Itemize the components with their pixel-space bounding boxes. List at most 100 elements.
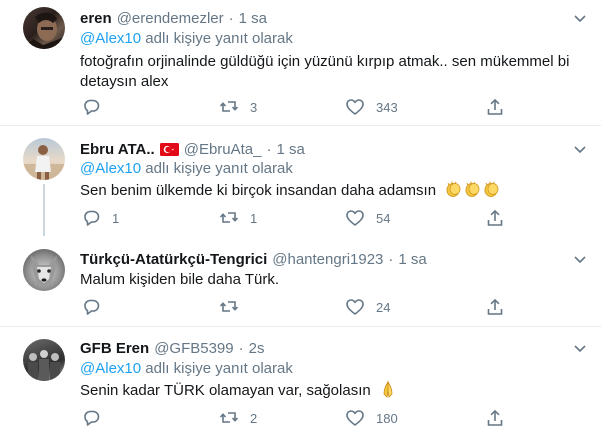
tweet-text: fotoğrafın orjinalinde güldüğü için yüzü… — [80, 52, 569, 92]
retweet-count: 3 — [250, 99, 258, 115]
retweet-count: 2 — [250, 410, 258, 426]
share-icon — [487, 410, 503, 426]
share-button[interactable] — [485, 408, 505, 428]
share-icon — [487, 210, 503, 226]
retweet-icon — [219, 412, 239, 423]
reply-context-label: adlı kişiye yanıt olarak — [141, 360, 293, 377]
reply-context-label: adlı kişiye yanıt olarak — [141, 160, 293, 177]
reply-context: @Alex10 adlı kişiye yanıt olarak — [80, 160, 293, 177]
avatar[interactable] — [23, 339, 65, 381]
retweet-button[interactable]: 1 — [219, 208, 257, 228]
like-button[interactable]: 24 — [345, 297, 390, 317]
display-name[interactable]: Ebru ATA.. — [80, 141, 155, 158]
tweet[interactable]: Ebru ATA.. @EbruAta_ · 1 sa @Alex10 adlı… — [0, 126, 601, 238]
share-button[interactable] — [485, 297, 505, 317]
clapping-hands-icon — [446, 181, 461, 197]
tweet-header: GFB Eren @GFB5399 · 2s — [80, 338, 264, 358]
tweet-header: eren @erendemezler · 1 sa — [80, 8, 267, 28]
tweet-text-line: detaysın alex — [80, 73, 169, 90]
reply-icon — [84, 410, 100, 426]
like-button[interactable]: 343 — [345, 97, 398, 117]
share-icon — [487, 99, 503, 115]
reply-context-label: adlı kişiye yanıt olarak — [141, 30, 293, 47]
clapping-hands-icon — [465, 181, 480, 197]
retweet-count: 1 — [250, 210, 258, 226]
retweet-button[interactable]: 3 — [219, 97, 257, 117]
avatar[interactable] — [23, 249, 65, 291]
display-name[interactable]: GFB Eren — [80, 340, 149, 357]
avatar[interactable] — [23, 138, 65, 180]
tweet-text-line: Malum kişiden bile daha Türk. — [80, 271, 279, 288]
chevron-down-icon[interactable] — [572, 251, 588, 267]
reply-mention-link[interactable]: @Alex10 — [80, 360, 141, 377]
reply-context: @Alex10 adlı kişiye yanıt olarak — [80, 360, 293, 377]
reply-icon — [84, 210, 100, 226]
timestamp[interactable]: 2s — [249, 340, 265, 357]
avatar-image-icon — [23, 145, 65, 180]
user-handle[interactable]: @hantengri1923 — [272, 251, 383, 268]
reply-icon — [84, 299, 100, 315]
chevron-down-icon[interactable] — [572, 10, 588, 26]
reply-button[interactable] — [81, 297, 112, 317]
user-handle[interactable]: @erendemezler — [117, 10, 224, 27]
separator-dot: · — [388, 250, 394, 268]
clapping-hands-emoji-group — [444, 180, 500, 198]
retweet-button[interactable]: 2 — [219, 408, 257, 428]
tweet-text: Malum kişiden bile daha Türk. — [80, 270, 279, 290]
avatar-image-icon — [28, 350, 60, 381]
separator-dot: · — [228, 9, 234, 27]
retweet-icon — [219, 212, 239, 223]
chevron-down-icon[interactable] — [572, 141, 588, 157]
tweet[interactable]: eren @erendemezler · 1 sa @Alex10 adlı k… — [0, 0, 601, 124]
share-icon — [487, 299, 503, 315]
clapping-hands-icon — [484, 181, 499, 197]
like-count: 54 — [376, 210, 391, 226]
share-button[interactable] — [485, 97, 505, 117]
tweet-text-line: Senin kadar TÜRK olamayan var, sağolasın — [80, 382, 371, 399]
tweet[interactable]: GFB Eren @GFB5399 · 2s @Alex10 adlı kişi… — [0, 327, 601, 434]
reply-mention-link[interactable]: @Alex10 — [80, 160, 141, 177]
timestamp[interactable]: 1 sa — [239, 10, 267, 27]
reply-button[interactable] — [81, 408, 112, 428]
like-icon — [346, 410, 364, 426]
tweet-text: Senin kadar TÜRK olamayan var, sağolasın — [80, 380, 397, 401]
tweet-text-line: Sen benim ülkemde ki birçok insandan dah… — [80, 182, 437, 199]
reply-count: 1 — [112, 210, 120, 226]
tweet-header: Türkçü-Atatürkçü-Tengrici @hantengri1923… — [80, 249, 427, 269]
thread-connector — [43, 184, 45, 236]
separator-dot: · — [238, 339, 244, 357]
reply-context: @Alex10 adlı kişiye yanıt olarak — [80, 30, 293, 47]
like-icon — [346, 210, 364, 226]
tweet[interactable]: Türkçü-Atatürkçü-Tengrici @hantengri1923… — [0, 238, 601, 324]
retweet-button[interactable] — [219, 297, 250, 317]
like-button[interactable]: 180 — [345, 408, 398, 428]
timestamp[interactable]: 1 sa — [277, 141, 305, 158]
chevron-down-icon[interactable] — [572, 340, 588, 356]
avatar[interactable] — [23, 7, 65, 49]
like-icon — [346, 99, 364, 115]
tweet-header: Ebru ATA.. @EbruAta_ · 1 sa — [80, 139, 305, 159]
reply-button[interactable]: 1 — [81, 208, 119, 228]
display-name[interactable]: Türkçü-Atatürkçü-Tengrici — [80, 251, 267, 268]
like-icon — [346, 299, 364, 315]
user-handle[interactable]: @GFB5399 — [154, 340, 233, 357]
tweet-text-line: fotoğrafın orjinalinde güldüğü için yüzü… — [80, 53, 570, 70]
avatar-image-icon — [23, 12, 65, 49]
reply-icon — [84, 99, 100, 115]
retweet-icon — [219, 101, 239, 112]
retweet-icon — [219, 301, 239, 312]
wolf-avatar-icon — [31, 255, 57, 287]
folded-hands-emoji-group — [379, 380, 397, 398]
tweet-text: Sen benim ülkemde ki birçok insandan dah… — [80, 180, 500, 201]
separator-dot: · — [266, 140, 272, 158]
like-count: 180 — [376, 410, 398, 426]
reply-button[interactable] — [81, 97, 112, 117]
like-button[interactable]: 54 — [345, 208, 390, 228]
user-handle[interactable]: @EbruAta_ — [184, 141, 262, 158]
timestamp[interactable]: 1 sa — [398, 251, 426, 268]
reply-mention-link[interactable]: @Alex10 — [80, 30, 141, 47]
like-count: 24 — [376, 299, 391, 315]
turkey-flag-icon — [159, 142, 179, 156]
display-name[interactable]: eren — [80, 10, 112, 27]
share-button[interactable] — [485, 208, 505, 228]
